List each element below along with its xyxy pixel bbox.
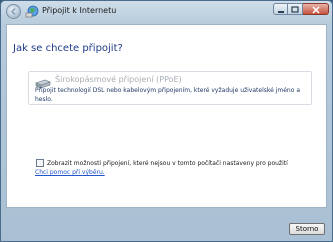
option-title: Širokopásmové připojení (PPoE) [55,75,182,84]
cancel-button[interactable]: Storno [289,223,325,235]
back-button[interactable] [6,4,21,19]
maximize-icon [291,6,299,13]
maximize-button[interactable] [288,3,303,15]
close-icon [312,6,320,14]
minimize-icon [278,11,284,13]
back-arrow-icon [10,7,16,16]
broadband-connection-option[interactable]: Širokopásmové připojení (PPoE) Připojit … [28,71,312,105]
title-bar: Připojit k Internetu [1,1,332,23]
show-options-checkbox[interactable] [36,159,44,167]
show-options-row: Zobrazit možnosti připojení, které nejso… [36,159,288,167]
window-title: Připojit k Internetu [42,6,117,15]
close-button[interactable] [303,3,329,15]
network-globe-icon [25,5,39,18]
page-heading: Jak se chcete připojit? [13,43,123,54]
content-panel: Jak se chcete připojit? Širokopásmové př… [6,24,327,208]
option-description: Připojit technologií DSL nebo kabelovým … [35,87,300,103]
show-options-label[interactable]: Zobrazit možnosti připojení, které nejso… [47,160,288,167]
help-choose-link[interactable]: Chci pomoc při výběru. [35,169,105,176]
minimize-button[interactable] [273,3,288,15]
dialog-window: Připojit k Internetu Jak se chcete připo… [0,0,333,242]
window-controls [273,3,329,15]
